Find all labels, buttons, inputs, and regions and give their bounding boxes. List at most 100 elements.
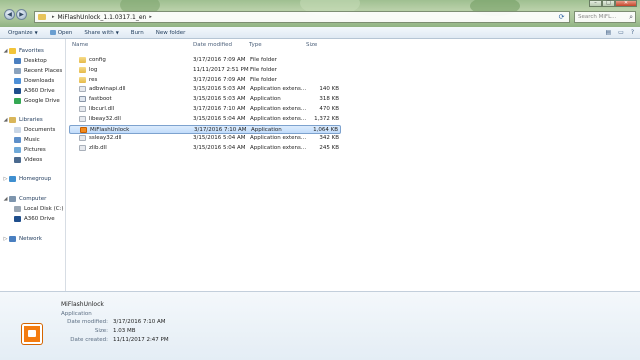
nav-item-label: Videos <box>24 156 43 163</box>
details-file-name: MiFlashUnlock <box>61 301 104 308</box>
a360-drive-icon <box>14 215 21 222</box>
file-row[interactable]: config 3/17/2016 7:09 AM File folder <box>69 56 341 65</box>
nav-item-label: Desktop <box>24 57 47 64</box>
details-date-modified-value: 3/17/2016 7:10 AM <box>113 319 166 325</box>
share-with-label: Share with <box>84 29 114 36</box>
refresh-icon[interactable]: ⟳ <box>557 13 566 22</box>
nav-homegroup[interactable]: ▷ Homegroup <box>2 174 51 183</box>
nav-item-documents[interactable]: Documents <box>14 125 55 134</box>
new-folder-button[interactable]: New folder <box>156 30 186 36</box>
nav-favorites[interactable]: ◢ Favorites <box>2 46 44 55</box>
google-drive-icon <box>14 97 21 104</box>
nav-item-music[interactable]: Music <box>14 135 40 144</box>
file-size: 318 KB <box>319 96 339 103</box>
file-row[interactable]: MiFlashUnlock 3/17/2016 7:10 AM Applicatio… <box>69 124 341 134</box>
nav-item-recent-places[interactable]: Recent Places <box>14 66 62 75</box>
expand-arrow-icon[interactable]: ◢ <box>2 117 9 123</box>
file-row[interactable]: res 3/17/2016 7:09 AM File folder <box>69 76 341 85</box>
details-date-created-value: 11/11/2017 2:47 PM <box>113 337 169 343</box>
file-size: 342 KB <box>319 135 339 142</box>
nav-libraries[interactable]: ◢ Libraries <box>2 115 43 124</box>
file-date-modified: 11/11/2017 2:51 PM <box>193 66 249 73</box>
documents-icon <box>14 126 21 133</box>
file-type: Application <box>250 96 281 103</box>
column-type[interactable]: Type <box>249 42 262 48</box>
dll-file-icon <box>79 135 86 142</box>
nav-item-local-disk[interactable]: Local Disk (C:) <box>14 204 64 213</box>
back-arrow-icon[interactable]: ◀ <box>4 9 15 20</box>
nav-computer[interactable]: ◢ Computer <box>2 194 46 203</box>
share-with-button[interactable]: Share with ▼ <box>84 30 118 36</box>
search-input[interactable]: Search MiFL... ⌕ <box>574 11 636 23</box>
file-row[interactable]: log 11/11/2017 2:51 PM File folder <box>69 66 341 75</box>
close-icon[interactable]: ✕ <box>615 0 637 7</box>
file-size: 1,372 KB <box>314 115 339 122</box>
minimize-icon[interactable]: – <box>589 0 602 7</box>
change-view-icon[interactable]: ▤ <box>605 29 611 36</box>
details-date-modified-label: Date modified: <box>67 319 108 325</box>
chevron-down-icon: ▼ <box>115 30 119 35</box>
organize-button[interactable]: Organize ▼ <box>8 30 38 36</box>
file-row[interactable]: zlib.dll 3/15/2016 5:04 AM Application ext… <box>69 144 341 153</box>
file-name: adbwinapi.dll <box>89 86 126 93</box>
nav-item-videos[interactable]: Videos <box>14 155 42 164</box>
file-row[interactable]: libeay32.dll 3/15/2016 5:04 AM Application… <box>69 115 341 124</box>
help-icon[interactable]: ? <box>631 29 634 36</box>
maximize-icon[interactable]: □ <box>602 0 615 7</box>
nav-item-label: A360 Drive <box>24 87 55 94</box>
details-date-created-label: Date created: <box>70 337 108 343</box>
file-type: Application extens... <box>250 86 307 93</box>
expand-arrow-icon[interactable]: ▷ <box>2 236 9 242</box>
nav-item-a360-drive[interactable]: A360 Drive <box>14 86 55 95</box>
file-row[interactable]: ssleay32.dll 3/15/2016 5:04 AM Application… <box>69 134 341 143</box>
nav-network-label: Network <box>19 235 42 242</box>
window-controls: – □ ✕ <box>589 0 637 7</box>
a360-drive-icon <box>14 87 21 94</box>
file-row[interactable]: fastboot 3/15/2016 5:03 AM Application 318 … <box>69 95 341 104</box>
open-label: Open <box>57 29 73 36</box>
libraries-icon <box>9 116 16 123</box>
file-date-modified: 3/17/2016 7:10 AM <box>193 106 246 112</box>
column-size[interactable]: Size <box>306 42 317 48</box>
file-date-modified: 3/17/2016 7:09 AM <box>193 57 246 63</box>
nav-item-pictures[interactable]: Pictures <box>14 145 46 154</box>
nav-item-google-drive[interactable]: Google Drive <box>14 96 60 105</box>
column-name[interactable]: Name <box>72 42 88 48</box>
folder-icon <box>79 66 86 73</box>
burn-button[interactable]: Burn <box>131 30 144 36</box>
nav-item-label: A360 Drive <box>24 215 55 222</box>
file-date-modified: 3/15/2016 5:03 AM <box>193 86 246 93</box>
expand-arrow-icon[interactable]: ▷ <box>2 176 9 182</box>
file-type: Application extens... <box>250 145 307 152</box>
file-name: MiFlashUnlock <box>90 126 130 133</box>
computer-icon <box>9 195 16 202</box>
open-button[interactable]: Open <box>49 29 73 36</box>
nav-item-computer-a360-drive[interactable]: A360 Drive <box>14 214 55 223</box>
nav-network[interactable]: ▷ Network <box>2 234 42 243</box>
file-name: log <box>89 66 98 73</box>
nav-favorites-label: Favorites <box>19 47 44 54</box>
star-icon <box>9 47 16 54</box>
expand-arrow-icon[interactable]: ◢ <box>2 196 9 202</box>
preview-pane-icon[interactable]: ▭ <box>618 29 624 36</box>
nav-item-desktop[interactable]: Desktop <box>14 56 47 65</box>
address-bar[interactable]: ▸ MiFlashUnlock_1.1.0317.1_en ▸ ⟳ <box>34 11 570 23</box>
expand-arrow-icon[interactable]: ◢ <box>2 48 9 54</box>
file-row[interactable]: adbwinapi.dll 3/15/2016 5:03 AM Applicatio… <box>69 85 341 94</box>
file-row[interactable]: libcurl.dll 3/17/2016 7:10 AM Application … <box>69 105 341 114</box>
breadcrumb-folder[interactable]: MiFlashUnlock_1.1.0317.1_en <box>58 14 147 21</box>
hard-drive-icon <box>14 205 21 212</box>
dll-file-icon <box>79 106 86 112</box>
nav-item-label: Music <box>24 136 40 143</box>
recent-places-icon <box>14 67 21 74</box>
nav-item-downloads[interactable]: Downloads <box>14 76 54 85</box>
downloads-icon <box>14 77 21 84</box>
details-pane: MiFlashUnlock Application Date modified:… <box>0 291 640 360</box>
file-type: Application extens... <box>250 135 307 142</box>
file-type: Application <box>251 126 282 133</box>
column-date-modified[interactable]: Date modified <box>193 42 232 48</box>
organize-label: Organize <box>8 29 33 36</box>
details-file-type: Application <box>61 311 92 317</box>
forward-arrow-icon[interactable]: ▶ <box>16 9 27 20</box>
file-date-modified: 3/15/2016 5:03 AM <box>193 96 246 103</box>
